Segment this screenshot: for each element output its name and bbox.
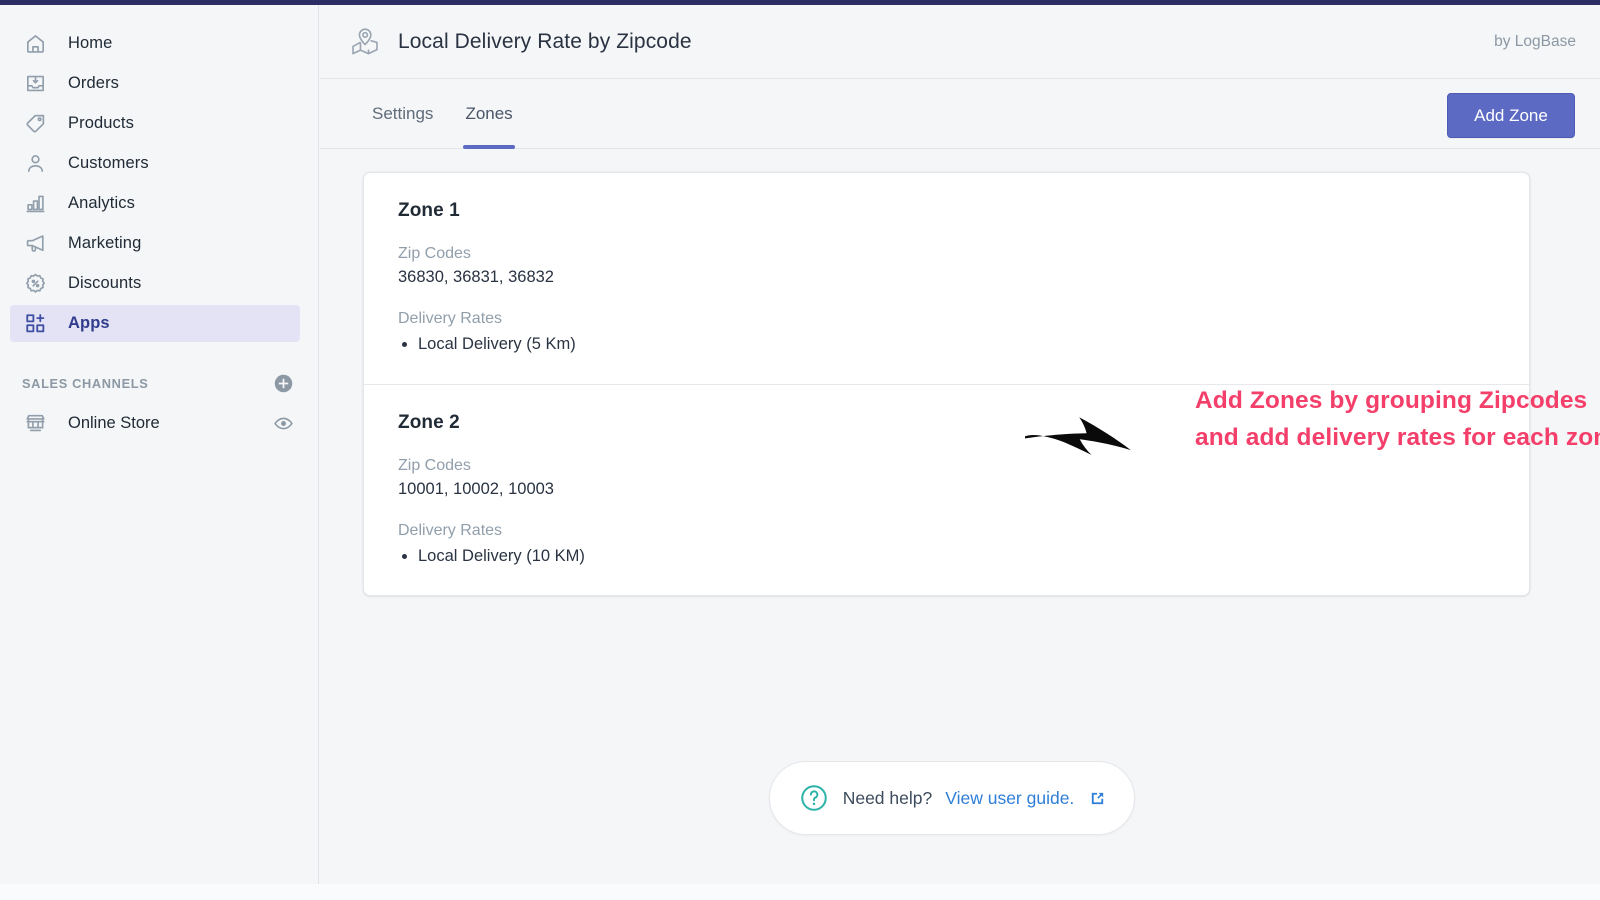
zip-codes-value: 10001, 10002, 10003 [398,479,554,498]
discount-percent-badge-icon [22,271,48,297]
home-icon [22,31,48,57]
product-tag-icon [22,111,48,137]
question-mark-circle-icon [798,782,830,814]
apps-grid-plus-icon [22,311,48,337]
orders-inbox-icon [22,71,48,97]
customer-person-icon [22,151,48,177]
tab-label: Zones [465,104,513,123]
delivery-rate-item: Local Delivery (5 Km) [418,332,1495,358]
sidebar: Home Orders Products Customers Analytics… [0,5,319,884]
sidebar-item-label: Analytics [68,194,135,212]
zone-block[interactable]: Zone 1 Zip Codes 36830, 36831, 36832 Del… [364,173,1529,384]
sidebar-item-label: Home [68,34,113,52]
sidebar-item-orders[interactable]: Orders [10,65,300,102]
eye-icon[interactable] [273,413,294,434]
delivery-rates-label: Delivery Rates [398,310,503,327]
tab-zones[interactable]: Zones [449,79,528,149]
marketing-megaphone-icon [22,231,48,257]
sidebar-item-label: Online Store [68,413,160,432]
sidebar-item-apps[interactable]: Apps [10,305,300,342]
plus-circle-icon[interactable] [273,373,294,394]
online-store-icon [22,410,48,436]
zone-block[interactable]: Zone 2 Zip Codes 10001, 10002, 10003 Del… [364,383,1529,596]
zones-card: Zone 1 Zip Codes 36830, 36831, 36832 Del… [363,172,1530,597]
app-byline: by LogBase [1494,32,1576,50]
sidebar-item-label: Orders [68,74,120,92]
delivery-rates-list: Local Delivery (10 KM) [418,544,1495,570]
sidebar-item-label: Customers [68,154,149,172]
delivery-rate-item: Local Delivery (10 KM) [418,544,1495,570]
sidebar-item-label: Apps [68,314,110,332]
analytics-bar-chart-icon [22,191,48,217]
help-pill[interactable]: Need help? View user guide. [769,761,1135,835]
tab-label: Settings [372,104,434,123]
main-panel: Local Delivery Rate by Zipcode by LogBas… [320,5,1600,884]
content-area: Zone 1 Zip Codes 36830, 36831, 36832 Del… [320,149,1600,884]
sales-channels-section-header: SALES CHANNELS [22,368,294,398]
tab-settings[interactable]: Settings [356,79,449,149]
view-user-guide-link[interactable]: View user guide. [945,788,1074,809]
add-zone-button[interactable]: Add Zone [1447,93,1575,138]
tab-bar: Settings Zones Add Zone [320,79,1600,149]
sidebar-item-marketing[interactable]: Marketing [10,225,300,262]
sidebar-item-home[interactable]: Home [10,25,300,62]
zip-codes-value: 36830, 36831, 36832 [398,268,554,286]
app-header: Local Delivery Rate by Zipcode by LogBas… [320,5,1600,79]
sidebar-item-label: Discounts [68,274,142,292]
sidebar-item-label: Products [68,114,134,132]
sidebar-item-online-store[interactable]: Online Store [10,404,294,442]
sidebar-item-products[interactable]: Products [10,105,300,142]
zone-title: Zone 2 [398,411,460,433]
page-title: Local Delivery Rate by Zipcode [398,29,692,53]
delivery-rates-label: Delivery Rates [398,521,503,539]
zip-codes-label: Zip Codes [398,245,471,262]
map-pin-location-icon [348,25,382,59]
app-root: Home Orders Products Customers Analytics… [0,0,1600,900]
sidebar-item-customers[interactable]: Customers [10,145,300,182]
delivery-rates-list: Local Delivery (5 Km) [418,332,1495,358]
sales-channels-title: SALES CHANNELS [22,375,149,391]
sidebar-item-discounts[interactable]: Discounts [10,265,300,302]
sidebar-item-analytics[interactable]: Analytics [10,185,300,222]
help-text: Need help? [842,787,933,808]
bottom-strip [0,884,1600,900]
zone-title: Zone 1 [398,200,460,221]
sidebar-item-label: Marketing [68,234,142,252]
external-link-icon[interactable] [1089,790,1106,807]
zip-codes-label: Zip Codes [398,456,471,474]
